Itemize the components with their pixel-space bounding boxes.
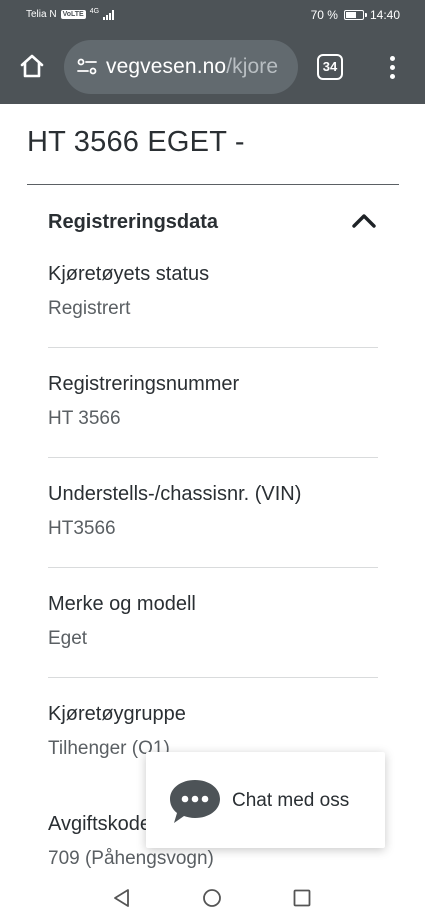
field-label: Merke og modell — [48, 593, 196, 615]
url-bar[interactable]: vegvesen.no/kjore — [64, 40, 298, 94]
status-right: 70 % 14:40 — [311, 8, 400, 22]
section-header-registreringsdata[interactable]: Registreringsdata — [48, 210, 378, 236]
home-icon[interactable] — [18, 52, 46, 80]
chat-widget-button[interactable]: Chat med oss — [146, 752, 385, 848]
browser-toolbar: vegvesen.no/kjore 34 — [0, 30, 425, 104]
chat-label: Chat med oss — [232, 790, 350, 811]
section-title: Registreringsdata — [48, 211, 219, 233]
field-divider — [48, 347, 378, 348]
battery-percent: 70 % — [310, 8, 338, 22]
chevron-up-icon[interactable] — [352, 213, 376, 229]
overflow-menu-icon[interactable] — [384, 54, 402, 82]
field-make-model: Merke og modell Eget — [48, 593, 378, 650]
field-value: HT 3566 — [48, 408, 121, 429]
signal-icon — [103, 9, 115, 20]
field-value: Registrert — [48, 298, 131, 319]
url-host: vegvesen.no — [106, 55, 227, 78]
url-text[interactable]: vegvesen.no/kjore — [106, 55, 278, 79]
tabs-icon[interactable]: 34 — [317, 54, 343, 80]
url-path: /kjore — [226, 55, 279, 78]
field-label: Understells-/chassisnr. (VIN) — [48, 483, 302, 505]
carrier-name: Telia N — [26, 9, 57, 20]
page-title: HT 3566 EGET - — [27, 126, 245, 158]
title-divider — [27, 184, 399, 185]
back-icon[interactable] — [112, 888, 132, 908]
network-type: 4G — [89, 8, 100, 15]
volte-badge: VoLTE — [60, 10, 86, 19]
field-label: Kjøretøyets status — [48, 263, 210, 285]
battery-fill — [345, 12, 357, 18]
clock: 14:40 — [369, 8, 400, 22]
field-vehicle-status: Kjøretøyets status Registrert — [48, 263, 378, 320]
status-bar: Telia N VoLTE 4G 70 % 14:40 — [0, 0, 425, 30]
field-divider — [48, 567, 378, 568]
field-value: 709 (Påhengsvogn) — [48, 848, 214, 869]
field-vin: Understells-/chassisnr. (VIN) HT3566 — [48, 483, 378, 540]
field-registration-number: Registreringsnummer HT 3566 — [48, 373, 378, 430]
chat-bubble-icon — [168, 778, 222, 826]
recent-apps-icon[interactable] — [293, 889, 311, 907]
status-left: Telia N VoLTE 4G — [26, 8, 115, 20]
system-nav-bar — [0, 876, 425, 921]
home-circle-icon[interactable] — [202, 888, 222, 908]
field-label: Registreringsnummer — [48, 373, 240, 395]
tab-count: 34 — [322, 59, 338, 74]
field-label: Kjøretøygruppe — [48, 703, 186, 725]
field-divider — [48, 457, 378, 458]
battery-icon — [343, 10, 367, 20]
field-value: Eget — [48, 628, 88, 649]
field-value: HT3566 — [48, 518, 116, 539]
field-divider — [48, 677, 378, 678]
site-settings-icon[interactable] — [77, 57, 97, 77]
